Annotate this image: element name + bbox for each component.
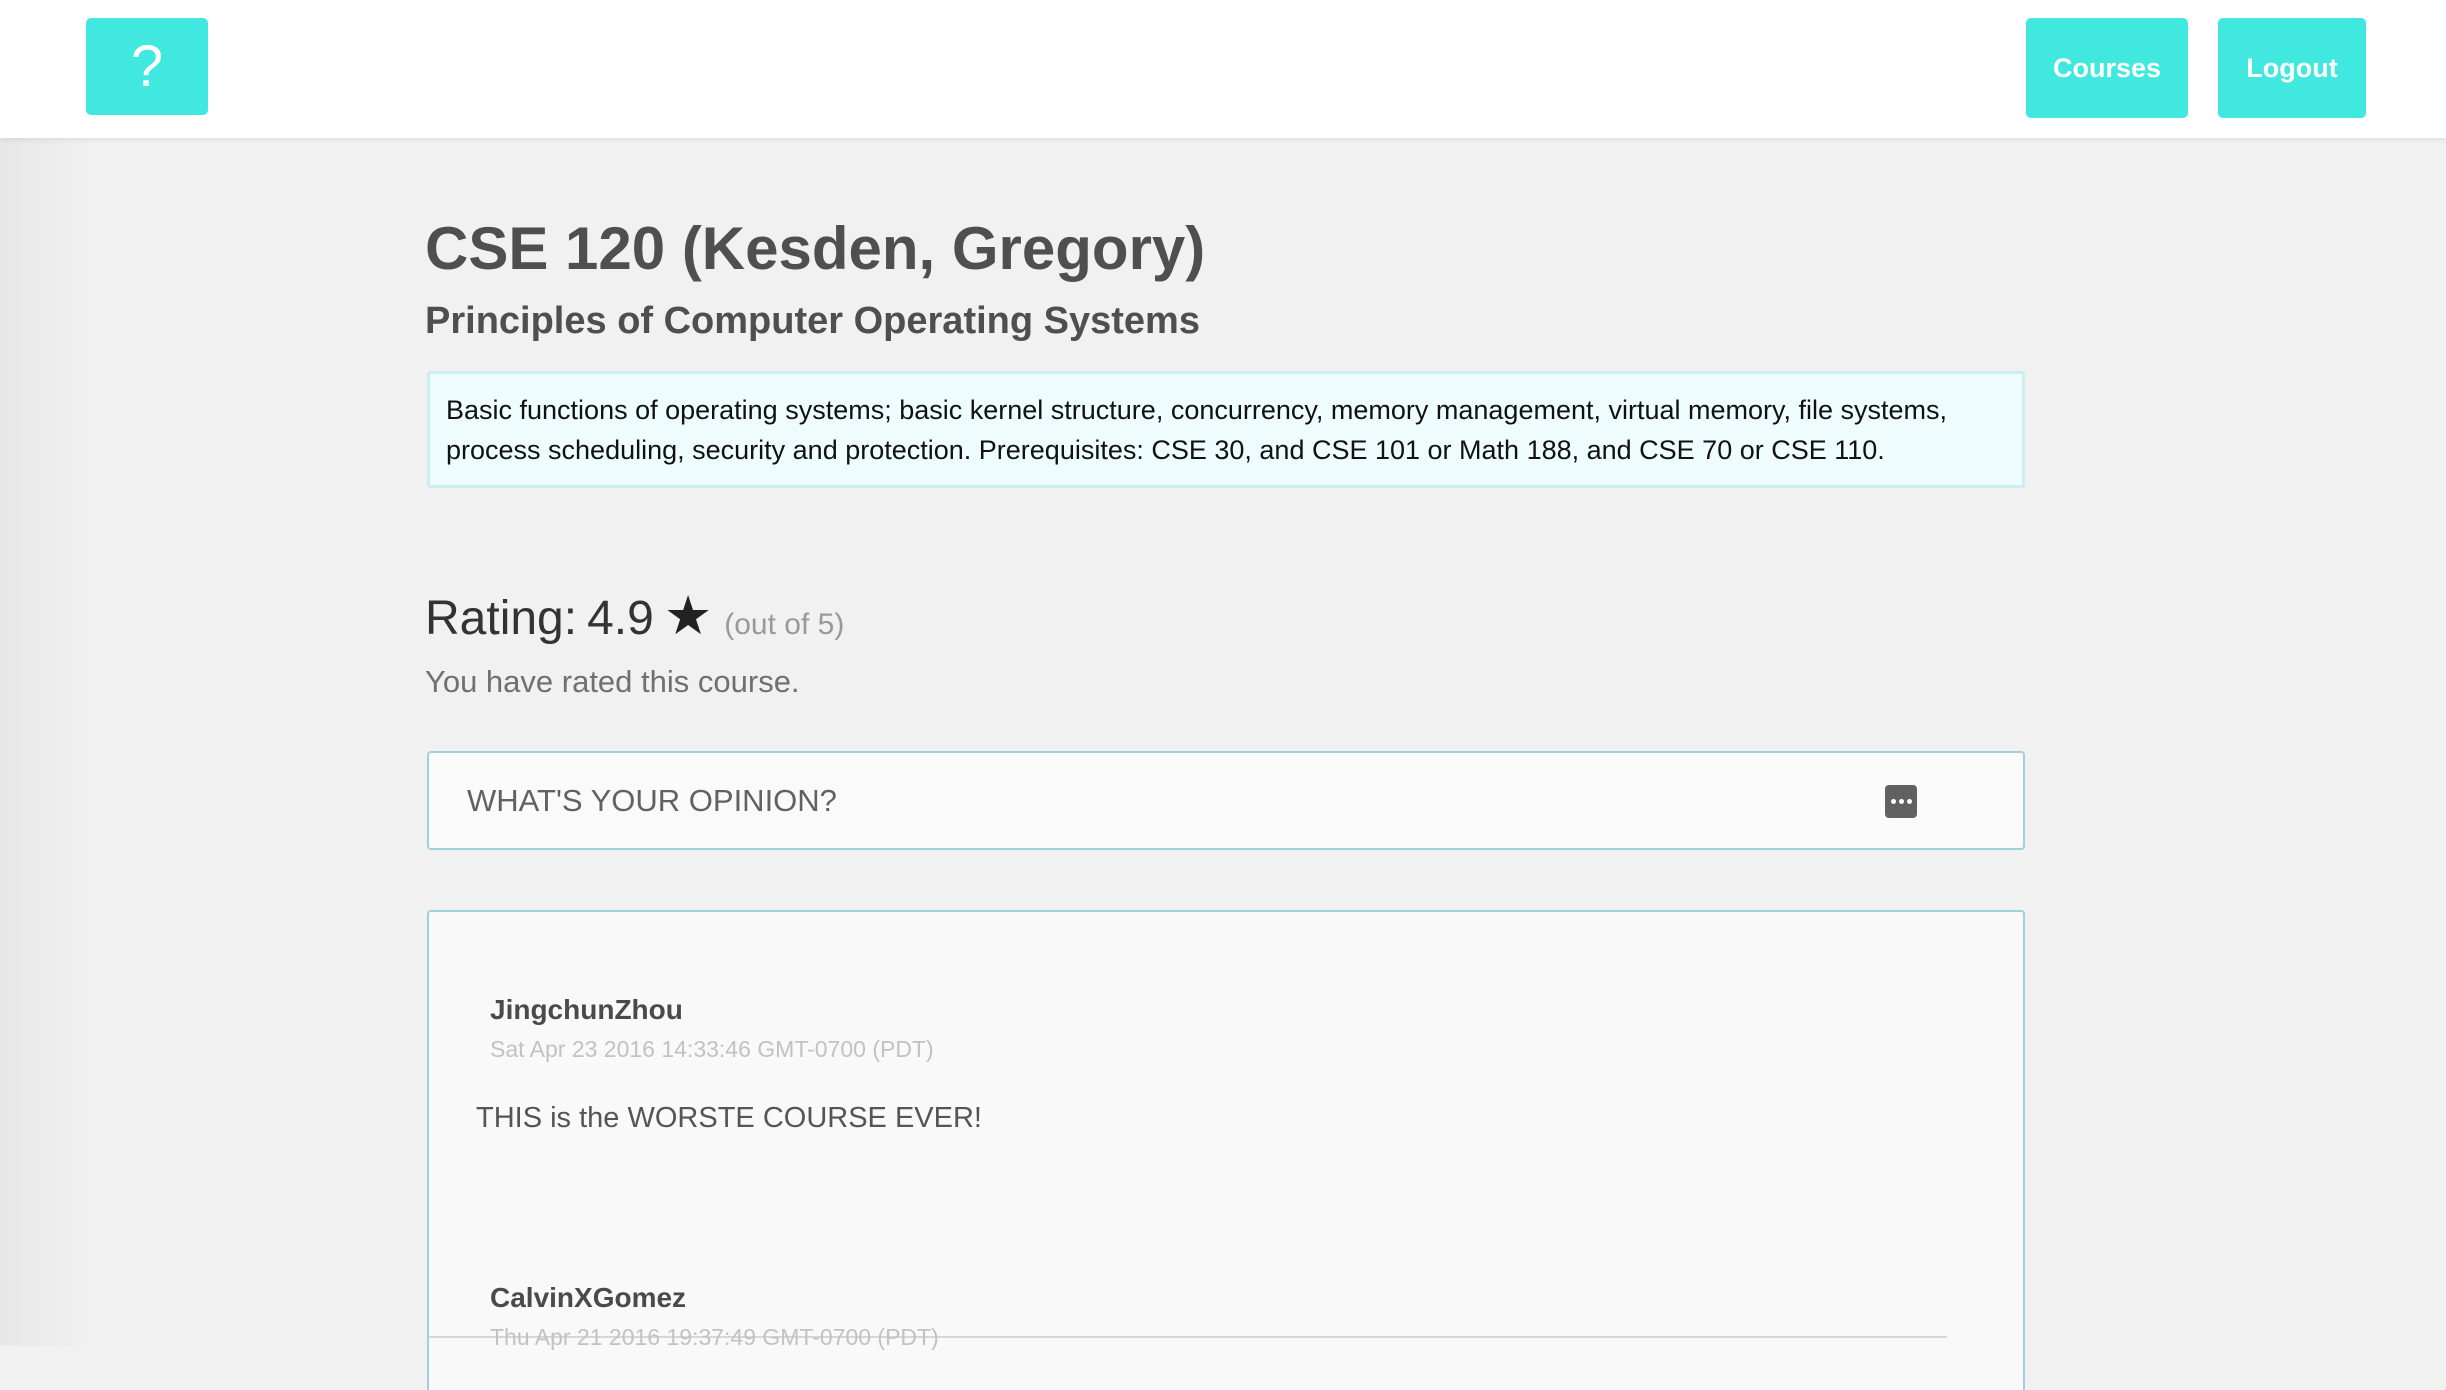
courses-button[interactable]: Courses — [2026, 18, 2188, 118]
course-subtitle: Principles of Computer Operating Systems — [425, 300, 1200, 342]
comment-date: Sat Apr 23 2016 14:33:46 GMT-0700 (PDT) — [490, 1036, 934, 1062]
help-button[interactable]: ? — [86, 18, 208, 115]
ellipsis-icon[interactable] — [1885, 785, 1917, 818]
ellipsis-dot — [1890, 799, 1896, 804]
comment-body: THIS is the WORSTE COURSE EVER! — [476, 1102, 982, 1134]
course-description: Basic functions of operating systems; ba… — [427, 371, 2025, 488]
comments-panel: JingchunZhou Sat Apr 23 2016 14:33:46 GM… — [427, 910, 2025, 1390]
opinion-input[interactable] — [429, 781, 1829, 820]
comment-author: CalvinXGomez — [490, 1282, 687, 1313]
rating-label: Rating: — [425, 592, 578, 645]
ellipsis-dot — [1906, 799, 1912, 804]
ellipsis-dot — [1898, 799, 1904, 804]
page-background-shade — [0, 138, 90, 1346]
top-navbar: ? Courses Logout — [0, 0, 2446, 138]
rating-row: Rating: 4.9 ★ (out of 5) — [425, 584, 844, 647]
opinion-box — [427, 751, 2025, 850]
star-icon: ★ — [663, 586, 713, 646]
rated-note: You have rated this course. — [425, 664, 800, 699]
logout-button[interactable]: Logout — [2218, 18, 2366, 118]
course-title: CSE 120 (Kesden, Gregory) — [425, 215, 1206, 282]
rating-out-of: (out of 5) — [724, 608, 845, 641]
rating-value: 4.9 — [587, 592, 654, 645]
comment-date: Thu Apr 21 2016 19:37:49 GMT-0700 (PDT) — [490, 1324, 939, 1350]
comment-author: JingchunZhou — [490, 994, 683, 1025]
